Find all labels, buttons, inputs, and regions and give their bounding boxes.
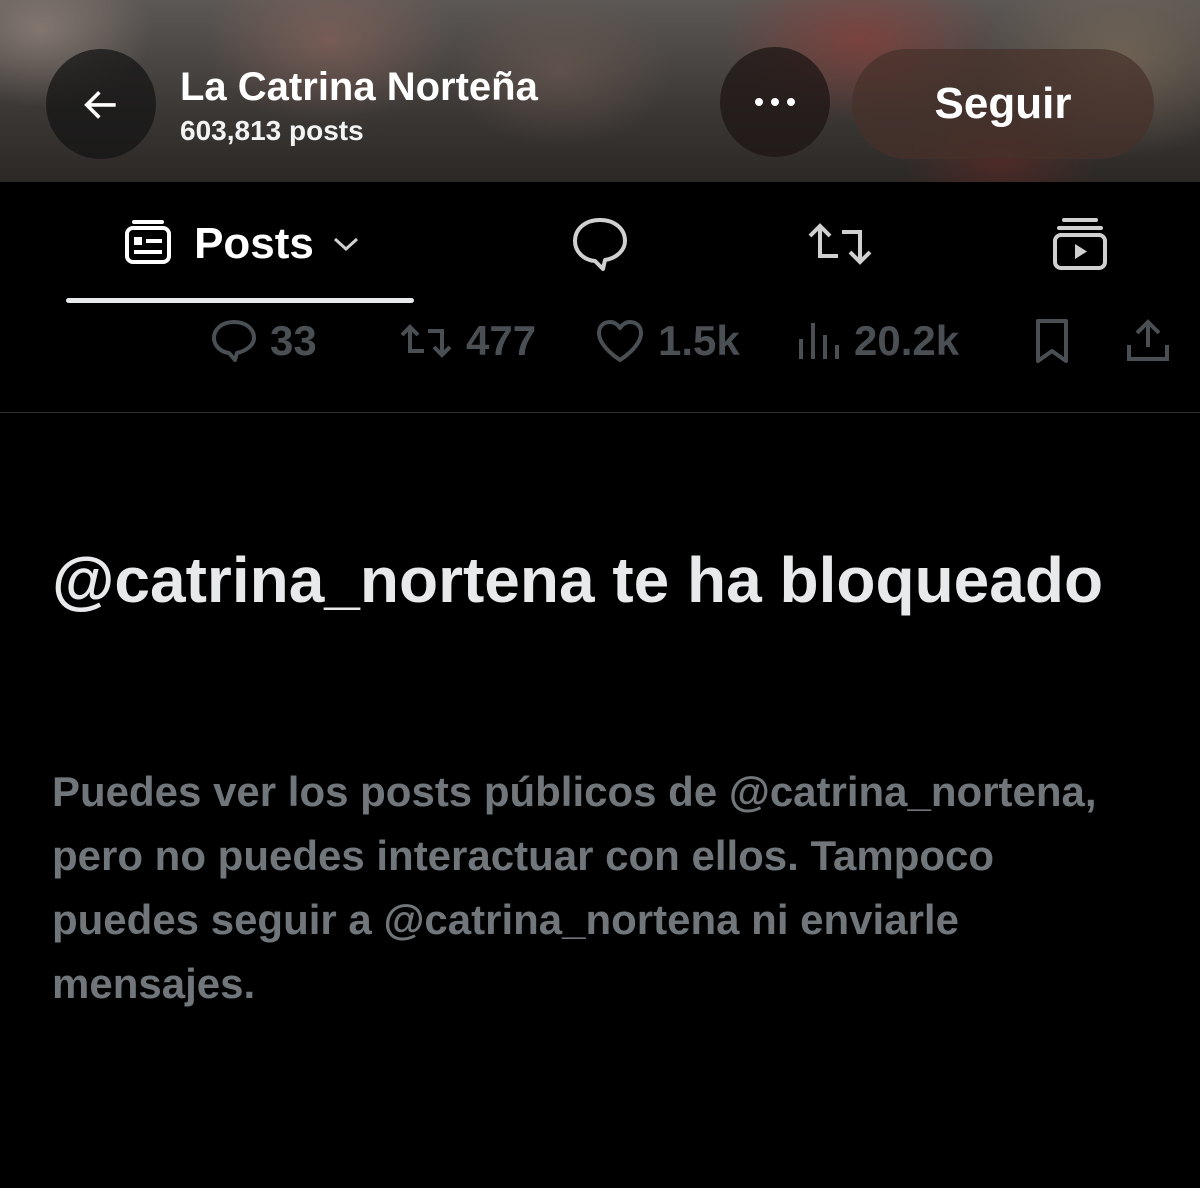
post-count: 603,813 posts — [180, 115, 364, 146]
bookmark-action[interactable] — [1030, 314, 1074, 368]
heart-icon — [597, 320, 643, 362]
more-options-button[interactable] — [720, 47, 830, 157]
speech-bubble-icon — [573, 218, 627, 271]
more-horizontal-icon — [755, 98, 795, 106]
tab-replies[interactable] — [540, 182, 660, 306]
profile-tabs: Posts — [0, 182, 1200, 306]
follow-button[interactable]: Seguir — [852, 49, 1154, 159]
bookmark-icon — [1036, 319, 1068, 363]
share-action[interactable] — [1124, 314, 1172, 368]
section-divider — [0, 412, 1200, 413]
like-action[interactable]: 1.5k — [594, 314, 740, 368]
reply-count: 33 — [270, 317, 317, 364]
views-action[interactable]: 20.2k — [796, 314, 959, 368]
tab-reposts[interactable] — [780, 182, 900, 306]
blocked-title: @catrina_nortena te ha bloqueado — [52, 544, 1104, 616]
active-tab-indicator — [66, 298, 414, 303]
arrow-left-icon — [84, 90, 116, 119]
post-action-row: 33 477 1.5k 20.2k — [0, 306, 1200, 366]
share-icon — [1127, 319, 1169, 361]
profile-title-block: La Catrina Norteña 603,813 posts — [180, 62, 538, 148]
tab-posts-label: Posts — [194, 219, 314, 268]
post-feed-icon — [125, 220, 172, 264]
tab-media[interactable] — [1020, 182, 1140, 306]
tab-posts[interactable]: Posts — [66, 182, 414, 306]
view-count: 20.2k — [854, 317, 960, 364]
views-chart-icon — [799, 323, 839, 359]
repost-icon — [808, 223, 872, 265]
repost-count: 477 — [466, 317, 537, 364]
reply-action[interactable]: 33 — [210, 314, 317, 368]
back-button[interactable] — [46, 49, 156, 159]
repost-icon — [400, 324, 452, 358]
profile-header: La Catrina Norteña 603,813 posts Seguir — [0, 0, 1200, 182]
blocked-description: Puedes ver los posts públicos de @catrin… — [52, 768, 1097, 1007]
media-stack-icon — [1053, 218, 1107, 270]
repost-action[interactable]: 477 — [398, 314, 536, 368]
reply-icon — [212, 320, 256, 362]
chevron-down-icon — [333, 237, 358, 252]
profile-name: La Catrina Norteña — [180, 65, 538, 109]
like-count: 1.5k — [658, 317, 740, 364]
